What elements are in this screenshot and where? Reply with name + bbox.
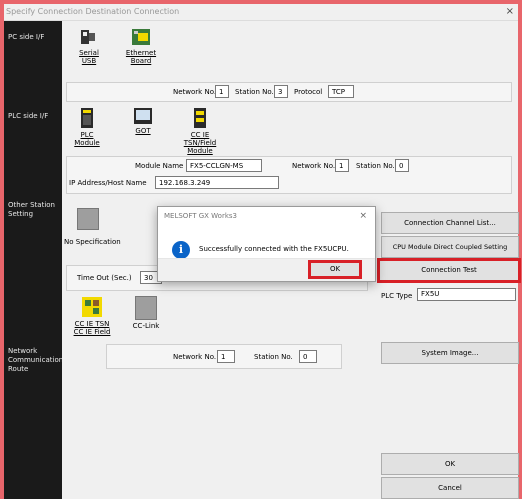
label-other-station: Other Station Setting	[8, 201, 55, 218]
label-network-route: Network Communication Route	[8, 347, 64, 373]
cc-link-route-label: CC-Link	[132, 322, 160, 330]
cc-link-route-button[interactable]: CC-Link	[130, 296, 162, 330]
dialog-footer: OK	[158, 258, 375, 281]
ok-button[interactable]: OK	[381, 453, 519, 475]
route-settings: Network No. 1 Station No. 0	[106, 344, 342, 369]
cc-ie-tsn-module-icon	[193, 107, 207, 129]
ethernet-board-label: Ethernet Board	[125, 49, 157, 65]
timeout-label: Time Out (Sec.)	[77, 274, 132, 282]
cc-ie-tsn-field-route-icon	[81, 296, 103, 318]
plc-module-button[interactable]: PLC Module	[72, 107, 102, 147]
no-specification-button[interactable]	[76, 208, 100, 230]
message-dialog: MELSOFT GX Works3 × i Successfully conne…	[157, 206, 376, 282]
label-plc-if: PLC side I/F	[8, 112, 49, 120]
plc-network-no-field[interactable]: 1	[335, 159, 349, 172]
info-icon: i	[172, 241, 190, 259]
plc-module-label: PLC Module	[74, 131, 100, 147]
plc-side-settings: Module Name FX5-CCLGN-MS Network No. 1 S…	[66, 156, 512, 194]
left-panel: PC side I/F PLC side I/F Other Station S…	[4, 21, 64, 499]
pc-station-no-label: Station No.	[235, 88, 274, 96]
route-station-no-label: Station No.	[254, 353, 293, 361]
plc-network-no-label: Network No.	[292, 162, 336, 170]
dialog-title: MELSOFT GX Works3	[164, 212, 237, 220]
no-specification-icon	[77, 208, 99, 230]
ip-address-label: IP Address/Host Name	[69, 179, 147, 187]
pc-protocol-label: Protocol	[294, 88, 323, 96]
got-label: GOT	[135, 127, 151, 135]
route-network-no-label: Network No.	[173, 353, 217, 361]
serial-usb-icon	[79, 27, 99, 47]
plc-module-icon	[80, 107, 94, 129]
cc-ie-tsn-field-route-button[interactable]: CC IE TSN CC IE Field	[72, 296, 112, 336]
title-bar: Specify Connection Destination Connectio…	[4, 4, 518, 21]
module-name-label: Module Name	[135, 162, 184, 170]
window-title: Specify Connection Destination Connectio…	[6, 7, 180, 16]
close-icon[interactable]: ×	[506, 6, 514, 17]
dialog-message: Successfully connected with the FX5UCPU.	[199, 245, 349, 253]
system-image-button[interactable]: System Image...	[381, 342, 519, 364]
plc-type-dropdown[interactable]: FX5U	[417, 288, 516, 301]
cc-ie-tsn-module-button[interactable]: CC IE TSN/Field Module	[180, 107, 220, 155]
plc-station-no-label: Station No.	[356, 162, 395, 170]
cc-ie-tsn-field-route-label: CC IE TSN CC IE Field	[73, 320, 111, 336]
pc-network-no-field[interactable]: 1	[215, 85, 229, 98]
got-icon	[133, 107, 153, 125]
dialog-close-icon[interactable]: ×	[359, 211, 367, 221]
ip-address-field[interactable]: 192.168.3.249	[155, 176, 279, 189]
pc-station-no-field[interactable]: 3	[274, 85, 288, 98]
cc-link-route-icon	[135, 296, 157, 320]
module-name-field[interactable]: FX5-CCLGN-MS	[186, 159, 262, 172]
ethernet-board-icon	[130, 27, 152, 47]
plc-type-label: PLC Type	[381, 292, 413, 300]
pc-protocol-field[interactable]: TCP	[328, 85, 354, 98]
no-specification-label: No Specification	[64, 238, 121, 246]
serial-usb-button[interactable]: Serial USB	[76, 27, 102, 65]
dialog-ok-button[interactable]: OK	[308, 260, 362, 279]
route-network-no-field[interactable]: 1	[217, 350, 235, 363]
cc-ie-tsn-module-label: CC IE TSN/Field Module	[183, 131, 217, 155]
ethernet-board-button[interactable]: Ethernet Board	[124, 27, 158, 65]
connection-channel-list-button[interactable]: Connection Channel List...	[381, 212, 519, 234]
cancel-button[interactable]: Cancel	[381, 477, 519, 499]
pc-side-settings: Network No. 1 Station No. 3 Protocol TCP	[66, 82, 512, 102]
connection-test-button[interactable]: Connection Test	[377, 258, 521, 283]
route-station-no-field[interactable]: 0	[299, 350, 317, 363]
cpu-module-direct-button[interactable]: CPU Module Direct Coupled Setting	[381, 236, 519, 258]
got-button[interactable]: GOT	[130, 107, 156, 135]
label-pc-if: PC side I/F	[8, 33, 45, 41]
pc-network-no-label: Network No.	[173, 88, 217, 96]
serial-usb-label: Serial USB	[79, 49, 99, 65]
plc-station-no-field[interactable]: 0	[395, 159, 409, 172]
